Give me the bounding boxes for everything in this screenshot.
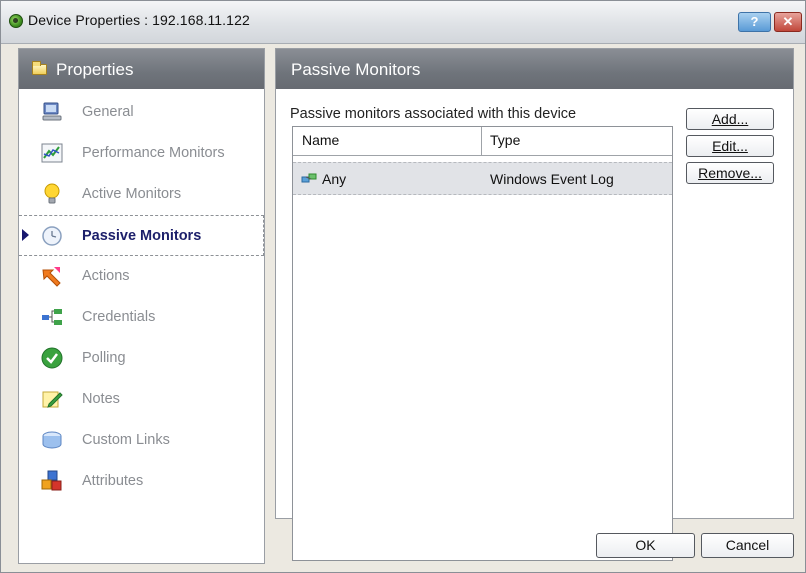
nav-item-label: Credentials <box>82 309 156 325</box>
table-header: Name Type <box>293 127 672 156</box>
monitors-caption: Passive monitors associated with this de… <box>290 106 577 122</box>
properties-title: Properties <box>56 60 134 79</box>
nav-item-label: General <box>82 104 134 120</box>
arrow-icon <box>42 267 61 287</box>
selected-arrow-icon <box>22 229 29 241</box>
device-properties-window: Device Properties : 192.168.11.122 ? ✕ P… <box>0 0 806 573</box>
column-header-type[interactable]: Type <box>490 132 520 148</box>
nav-item-general[interactable]: General <box>19 92 264 133</box>
nav-item-label: Attributes <box>82 473 144 489</box>
add-button[interactable]: Add... <box>686 108 774 130</box>
nav-item-actions[interactable]: Actions <box>19 256 264 297</box>
remove-button[interactable]: Remove... <box>686 162 774 184</box>
properties-panel: Properties General Performance Monitors <box>18 48 265 564</box>
cell-name: Any <box>322 171 347 187</box>
passive-monitors-table: Name Type Any Windows Event Log <box>292 126 673 561</box>
cancel-button[interactable]: Cancel <box>701 533 794 558</box>
help-button[interactable]: ? <box>738 12 771 32</box>
nav-item-label: Passive Monitors <box>82 228 202 244</box>
lightbulb-icon <box>44 183 60 204</box>
table-row[interactable]: Any Windows Event Log <box>293 162 672 195</box>
properties-header: Properties <box>19 49 264 89</box>
window-title: Device Properties : 192.168.11.122 <box>28 12 250 28</box>
clock-icon <box>42 226 62 246</box>
edit-button[interactable]: Edit... <box>686 135 774 157</box>
network-icon <box>42 309 62 325</box>
links-icon <box>42 431 62 449</box>
nav-item-attributes[interactable]: Attributes <box>19 461 264 502</box>
nav-item-label: Active Monitors <box>82 186 182 202</box>
nav-item-label: Polling <box>82 350 126 366</box>
computer-icon <box>42 102 62 121</box>
nav-item-notes[interactable]: Notes <box>19 379 264 420</box>
close-button[interactable]: ✕ <box>774 12 802 32</box>
passive-monitors-header: Passive Monitors <box>276 49 793 89</box>
nav-item-passive-monitors[interactable]: Passive Monitors <box>19 215 264 256</box>
app-icon <box>9 14 23 28</box>
nav-item-custom-links[interactable]: Custom Links <box>19 420 264 461</box>
title-bar: Device Properties : 192.168.11.122 ? ✕ <box>1 1 805 44</box>
check-icon <box>41 347 63 369</box>
nav-item-performance-monitors[interactable]: Performance Monitors <box>19 133 264 174</box>
nav-item-credentials[interactable]: Credentials <box>19 297 264 338</box>
pencil-note-icon <box>42 391 63 408</box>
column-header-name[interactable]: Name <box>302 132 339 148</box>
panel-title: Passive Monitors <box>291 60 421 79</box>
blocks-icon <box>41 470 62 491</box>
event-log-icon <box>301 173 317 183</box>
chart-icon <box>41 143 63 163</box>
nav-item-label: Actions <box>82 268 130 284</box>
nav-item-active-monitors[interactable]: Active Monitors <box>19 174 264 215</box>
nav-item-label: Performance Monitors <box>82 145 225 161</box>
column-divider[interactable] <box>481 127 482 155</box>
nav-item-label: Notes <box>82 391 120 407</box>
nav-item-polling[interactable]: Polling <box>19 338 264 379</box>
nav-item-label: Custom Links <box>82 432 170 448</box>
folder-icon <box>32 61 47 75</box>
cell-type: Windows Event Log <box>490 171 614 187</box>
passive-monitors-panel: Passive Monitors Passive monitors associ… <box>275 48 794 561</box>
ok-button[interactable]: OK <box>596 533 695 558</box>
